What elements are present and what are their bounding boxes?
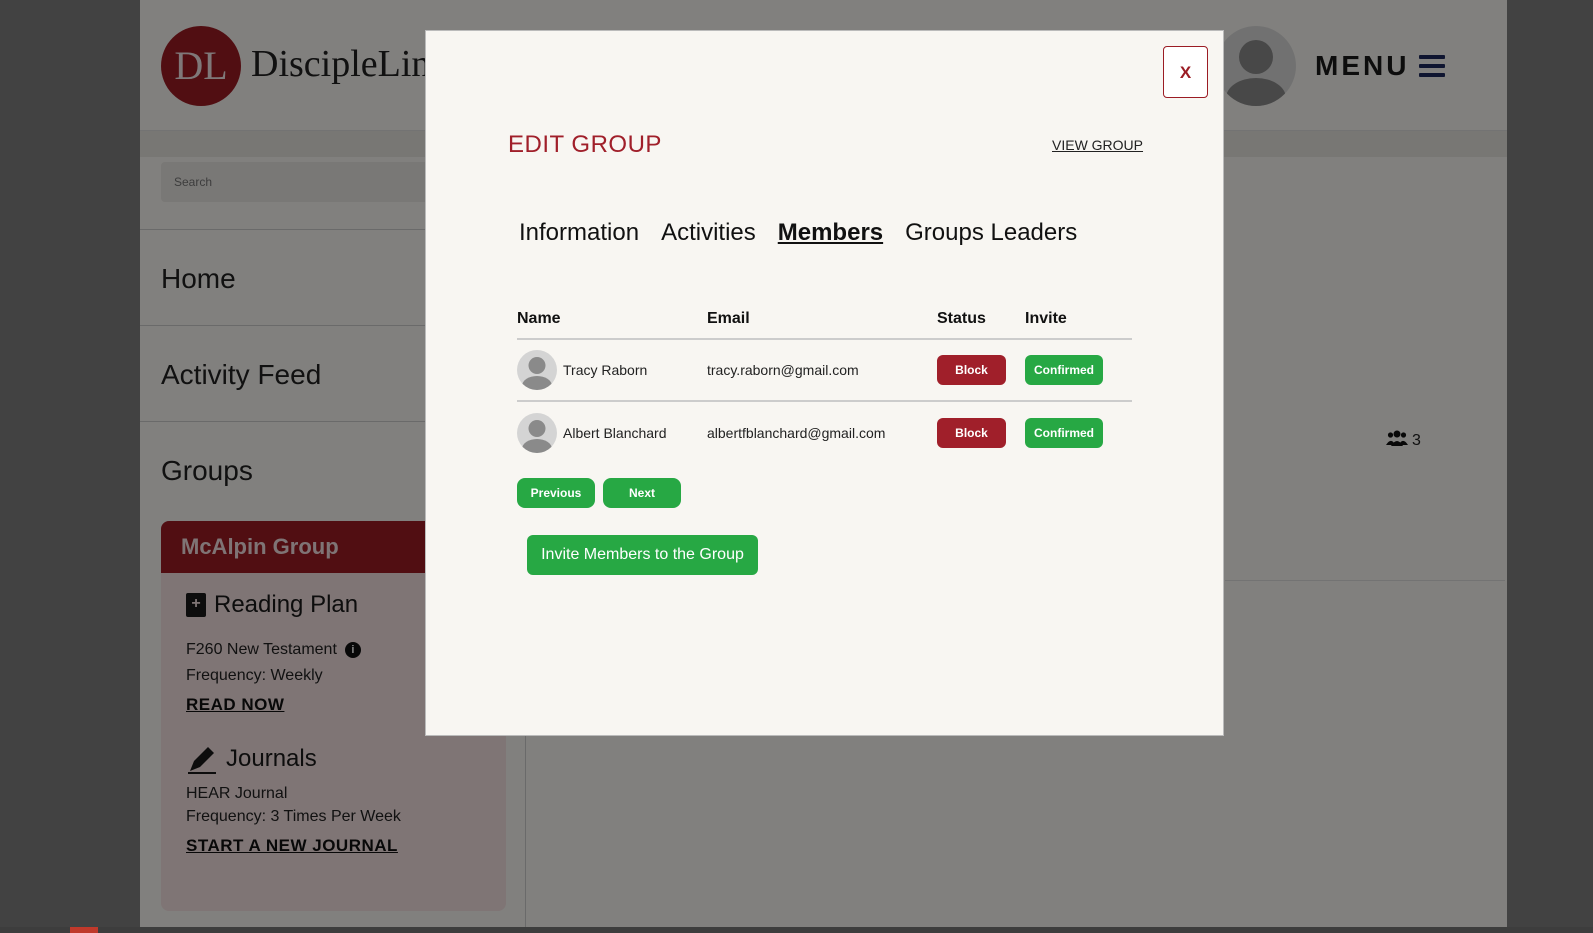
close-button[interactable]: X xyxy=(1163,46,1208,98)
invite-members-button[interactable]: Invite Members to the Group xyxy=(527,535,758,575)
tab-members[interactable]: Members xyxy=(778,219,883,247)
members-table: Name Email Status Invite Tracy Raborn tr… xyxy=(517,299,1132,463)
column-header-status: Status xyxy=(937,299,1025,340)
tab-activities[interactable]: Activities xyxy=(661,219,756,247)
modal-title: EDIT GROUP xyxy=(508,131,662,158)
previous-button[interactable]: Previous xyxy=(517,478,595,508)
member-name-cell: Tracy Raborn xyxy=(517,350,707,390)
confirmed-badge[interactable]: Confirmed xyxy=(1025,355,1103,385)
member-name-cell: Albert Blanchard xyxy=(517,412,707,453)
next-button[interactable]: Next xyxy=(603,478,681,508)
block-button[interactable]: Block xyxy=(937,417,1006,448)
column-header-invite: Invite xyxy=(1025,299,1132,340)
table-row: Albert Blanchard albertfblanchard@gmail.… xyxy=(517,401,1132,463)
tab-bar: Information Activities Members Groups Le… xyxy=(519,219,1077,247)
block-button[interactable]: Block xyxy=(937,355,1006,385)
member-email: albertfblanchard@gmail.com xyxy=(707,424,886,441)
member-name: Albert Blanchard xyxy=(563,424,667,441)
column-header-name: Name xyxy=(517,299,707,340)
member-name: Tracy Raborn xyxy=(563,362,648,378)
member-email: tracy.raborn@gmail.com xyxy=(707,339,937,402)
pagination: Previous Next xyxy=(517,478,681,508)
user-avatar-icon xyxy=(517,350,557,390)
taskbar xyxy=(0,927,1593,933)
column-header-email: Email xyxy=(707,299,937,340)
edit-group-modal: X EDIT GROUP VIEW GROUP Information Acti… xyxy=(425,30,1224,736)
table-header-row: Name Email Status Invite xyxy=(517,299,1132,340)
table-row: Tracy Raborn tracy.raborn@gmail.com Bloc… xyxy=(517,339,1132,402)
view-group-link[interactable]: VIEW GROUP xyxy=(1052,137,1143,153)
confirmed-badge[interactable]: Confirmed xyxy=(1025,417,1103,448)
taskbar-indicator xyxy=(70,927,98,933)
user-avatar-icon xyxy=(517,412,557,453)
tab-information[interactable]: Information xyxy=(519,219,639,247)
tab-groups-leaders[interactable]: Groups Leaders xyxy=(905,219,1077,247)
